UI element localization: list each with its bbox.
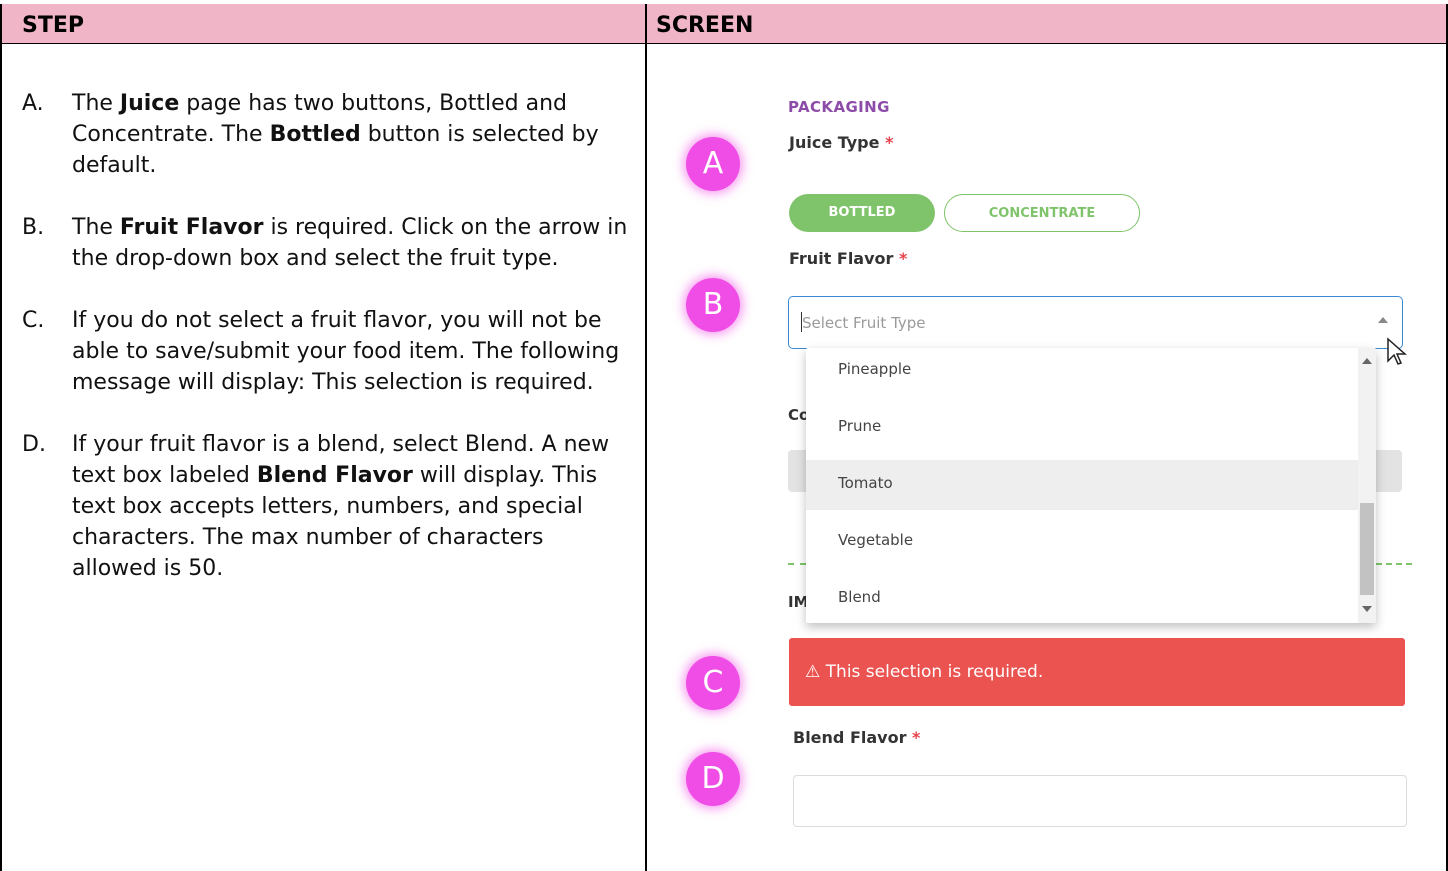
step-text: The — [72, 215, 120, 240]
dropdown-option[interactable]: Prune — [806, 403, 1358, 453]
juice-type-label: Juice Type * — [789, 133, 893, 152]
instruction-table: STEP SCREEN A. The Juice page has two bu… — [0, 0, 1448, 871]
section-divider — [788, 563, 806, 565]
callout-badge-c: C — [686, 656, 740, 710]
error-message: ⚠ This selection is required. — [805, 662, 1043, 682]
blend-flavor-label: Blend Flavor * — [793, 728, 920, 747]
blend-flavor-label-text: Blend Flavor — [793, 728, 907, 747]
error-banner: ⚠ This selection is required. — [789, 638, 1405, 706]
dropdown-option-highlighted[interactable]: Tomato — [806, 460, 1358, 510]
callout-badge-b: B — [686, 278, 740, 332]
table-left-border — [0, 4, 2, 871]
mouse-pointer-icon — [1387, 337, 1407, 365]
warning-icon: ⚠ — [805, 662, 821, 682]
screen-capture: PACKAGING Juice Type * BOTTLED CONCENTRA… — [650, 44, 1444, 870]
concentrate-button[interactable]: CONCENTRATE — [944, 194, 1140, 232]
blend-flavor-input[interactable] — [793, 775, 1407, 827]
fruit-type-select[interactable]: Select Fruit Type — [788, 296, 1403, 349]
step-letter: A. — [22, 91, 44, 116]
step-a: A. The Juice page has two buttons, Bottl… — [22, 88, 632, 181]
section-title: PACKAGING — [788, 98, 890, 116]
section-divider — [1376, 563, 1412, 565]
callout-badge-a: A — [686, 137, 740, 191]
fruit-type-dropdown[interactable]: Pineapple Prune Tomato Vegetable Blend — [806, 348, 1376, 623]
scrollbar-thumb[interactable] — [1360, 503, 1374, 595]
option-label: Pineapple — [838, 360, 912, 378]
header-screen-label: SCREEN — [656, 13, 754, 38]
dropdown-option[interactable]: Blend — [806, 574, 1358, 623]
select-placeholder: Select Fruit Type — [802, 314, 926, 332]
hidden-field-edge — [788, 450, 806, 492]
chevron-up-icon[interactable] — [1378, 317, 1388, 323]
required-asterisk: * — [885, 133, 894, 152]
step-c: C. If you do not select a fruit flavor, … — [22, 305, 632, 398]
scroll-down-arrow-icon[interactable] — [1362, 606, 1372, 612]
steps-list: A. The Juice page has two buttons, Bottl… — [22, 88, 632, 615]
dropdown-option[interactable]: Pineapple — [806, 348, 1358, 396]
option-label: Blend — [838, 588, 881, 606]
scroll-up-arrow-icon[interactable] — [1362, 358, 1372, 364]
header-step-label: STEP — [22, 13, 85, 38]
hidden-field-edge — [1376, 450, 1402, 492]
step-bold: Fruit Flavor — [119, 215, 264, 240]
error-text: This selection is required. — [825, 662, 1044, 682]
option-label: Tomato — [838, 474, 893, 492]
dropdown-option[interactable]: Vegetable — [806, 517, 1358, 567]
step-text: If you do not select a fruit flavor, you… — [72, 308, 620, 395]
dropdown-scrollbar[interactable] — [1358, 348, 1376, 623]
callout-badge-d: D — [686, 752, 740, 806]
step-text: The — [72, 91, 120, 116]
fruit-flavor-label-text: Fruit Flavor — [789, 249, 894, 268]
step-bold: Bottled — [269, 122, 361, 147]
required-asterisk: * — [912, 728, 921, 747]
table-column-divider — [645, 4, 647, 871]
fruit-flavor-label: Fruit Flavor * — [789, 249, 907, 268]
header-step-cell: STEP — [2, 4, 645, 44]
step-letter: D. — [22, 432, 46, 457]
bottled-button[interactable]: BOTTLED — [789, 194, 935, 232]
juice-type-label-text: Juice Type — [789, 133, 880, 152]
step-b: B. The Fruit Flavor is required. Click o… — [22, 212, 632, 274]
required-asterisk: * — [899, 249, 908, 268]
step-letter: C. — [22, 308, 45, 333]
option-label: Prune — [838, 417, 882, 435]
step-bold: Blend Flavor — [256, 463, 413, 488]
option-label: Vegetable — [838, 531, 914, 549]
step-letter: B. — [22, 215, 45, 240]
step-bold: Juice — [119, 91, 180, 116]
step-d: D. If your fruit flavor is a blend, sele… — [22, 429, 632, 584]
header-screen-cell: SCREEN — [647, 4, 1446, 44]
